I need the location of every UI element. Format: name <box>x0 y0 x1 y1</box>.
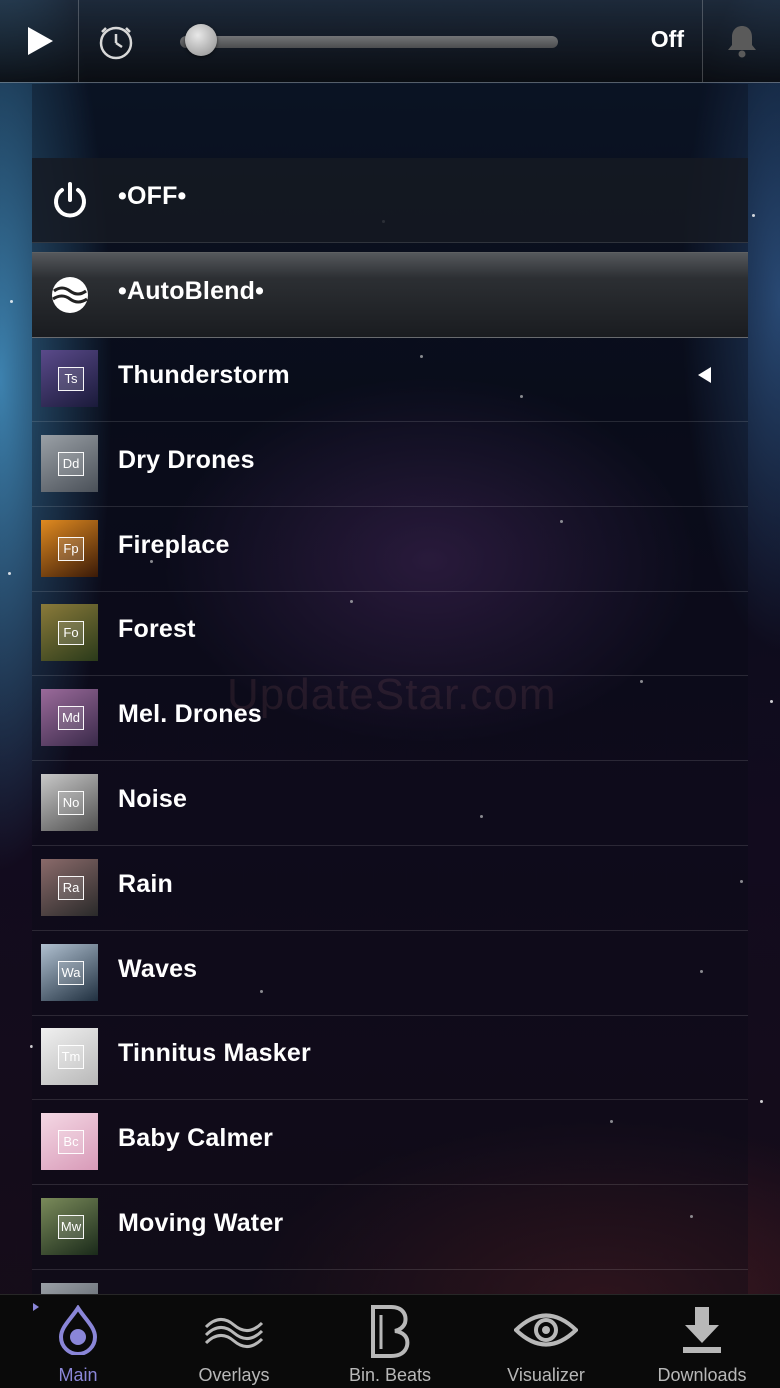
volume-slider-track <box>180 36 558 48</box>
sound-label: Dry Drones <box>118 445 255 474</box>
tab-bar: Main Overlays Bin. Beats Visualizer Down… <box>0 1294 780 1388</box>
sound-abbr: Ts <box>58 367 84 391</box>
sound-thumbnail: Dd <box>41 434 98 492</box>
sound-abbr: Mw <box>58 1215 84 1239</box>
sound-row[interactable]: Bc Baby Calmer <box>32 1100 748 1186</box>
autoblend-icon <box>52 277 88 313</box>
sound-thumbnail: Fp <box>41 519 98 577</box>
tab-main[interactable]: Main <box>0 1295 156 1388</box>
download-icon <box>683 1307 721 1353</box>
sound-abbr: Ra <box>58 875 84 900</box>
tab-visualizer[interactable]: Visualizer <box>468 1295 624 1388</box>
sound-abbr: Md <box>58 706 84 731</box>
autoblend-label: •AutoBlend• <box>118 277 265 305</box>
sound-thumbnail: Fo <box>41 604 98 662</box>
play-icon <box>28 27 53 55</box>
sound-label: Thunderstorm <box>118 361 290 389</box>
tab-overlays[interactable]: Overlays <box>156 1295 312 1388</box>
sound-label: Waves <box>118 954 198 983</box>
sound-row[interactable]: Wa Waves <box>32 931 748 1016</box>
sound-row[interactable]: No Noise <box>32 761 748 846</box>
sound-thumbnail: Bc <box>41 1113 98 1171</box>
waves-icon <box>204 1318 264 1348</box>
sound-label: Mel. Drones <box>118 700 262 729</box>
off-label: •OFF• <box>118 182 187 210</box>
tab-downloads[interactable]: Downloads <box>624 1295 780 1388</box>
sound-row[interactable]: Mw Moving Water <box>32 1185 748 1270</box>
tab-visualizer-label: Visualizer <box>507 1365 585 1385</box>
sound-row[interactable]: Fo Forest <box>32 591 748 677</box>
sound-thumbnail: Ra <box>41 858 98 916</box>
top-bar: Off <box>0 0 780 83</box>
sound-abbr: No <box>58 791 84 815</box>
play-button[interactable] <box>0 0 79 82</box>
timer-icon[interactable] <box>96 22 136 62</box>
sound-row[interactable]: Ra Rain <box>32 846 748 931</box>
tab-overlays-label: Overlays <box>198 1365 270 1385</box>
sound-label: Baby Calmer <box>118 1124 274 1153</box>
sound-label: Tinnitus Masker <box>118 1039 311 1068</box>
sound-abbr: Bc <box>58 1130 84 1155</box>
selected-caret-icon <box>698 367 711 383</box>
sound-thumbnail: Ts <box>41 350 98 407</box>
off-row[interactable]: •OFF• <box>32 158 748 243</box>
sound-list-panel: •OFF• •AutoBlend• Ts Thunderstorm Dd Dry Dr… <box>32 84 748 1355</box>
volume-slider[interactable] <box>180 24 560 56</box>
bell-icon <box>728 26 756 58</box>
tab-bin-beats[interactable]: Bin. Beats <box>312 1295 468 1388</box>
binaural-beats-icon <box>371 1305 410 1358</box>
autoblend-row[interactable]: •AutoBlend• <box>32 252 748 338</box>
sound-label: Forest <box>118 615 196 644</box>
timer-status: Off <box>650 26 684 52</box>
sound-row[interactable]: Ts Thunderstorm <box>32 337 748 422</box>
sound-thumbnail: No <box>41 774 98 831</box>
sound-thumbnail: Wa <box>41 943 98 1001</box>
sound-abbr: Fo <box>58 621 84 646</box>
sound-abbr: Dd <box>58 451 84 476</box>
selected-tab-marker <box>33 1303 39 1311</box>
sound-abbr: Fp <box>58 536 84 561</box>
tab-main-label: Main <box>58 1365 98 1385</box>
sound-thumbnail: Md <box>41 689 98 747</box>
sound-label: Noise <box>118 785 188 813</box>
sound-row[interactable]: Fp Fireplace <box>32 507 748 592</box>
eye-icon <box>514 1313 578 1347</box>
sound-label: Rain <box>118 869 173 898</box>
sound-row[interactable]: Md Mel. Drones <box>32 676 748 762</box>
sound-label: Moving Water <box>118 1209 284 1237</box>
sound-row[interactable]: Dd Dry Drones <box>32 422 748 507</box>
sound-label: Fireplace <box>118 530 230 559</box>
tab-bin-beats-label: Bin. Beats <box>348 1365 432 1385</box>
tab-downloads-label: Downloads <box>657 1365 747 1385</box>
drop-icon <box>58 1305 98 1355</box>
sound-thumbnail: Tm <box>41 1028 98 1086</box>
sound-abbr: Wa <box>58 960 84 985</box>
sound-abbr: Tm <box>58 1045 84 1070</box>
power-icon <box>54 182 86 218</box>
sound-row[interactable]: Tm Tinnitus Masker <box>32 1015 748 1101</box>
sound-thumbnail: Mw <box>41 1198 98 1255</box>
alarm-button[interactable] <box>702 0 780 82</box>
volume-slider-thumb[interactable] <box>184 24 217 56</box>
